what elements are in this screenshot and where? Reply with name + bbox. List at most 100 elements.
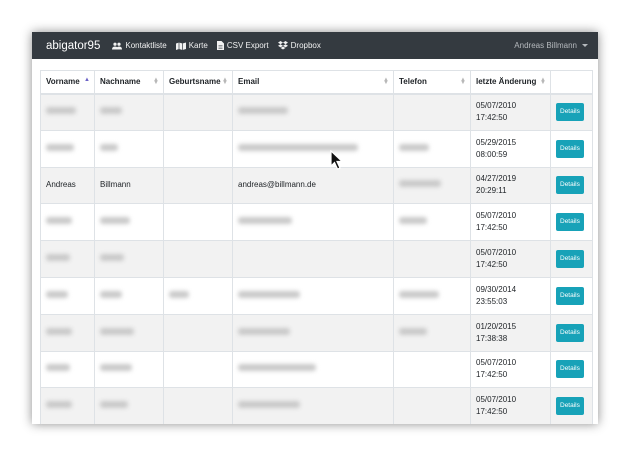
- change-date: 05/07/2010: [476, 395, 517, 405]
- cell-actions: Details: [550, 240, 593, 278]
- file-icon: [216, 41, 224, 50]
- cell-nachname: [94, 313, 164, 352]
- redacted-value: [238, 107, 288, 115]
- nav-item-dropbox[interactable]: Dropbox: [277, 41, 321, 50]
- cell-letzte-aenderung: 05/07/2010 17:42:50: [470, 387, 551, 424]
- sort-icon: ▲ ▼: [222, 77, 228, 86]
- change-time: 17:42:50: [476, 260, 508, 270]
- brand[interactable]: abigator95: [46, 40, 100, 52]
- cell-geburtsname: [163, 387, 233, 424]
- change-time: 17:42:50: [476, 370, 508, 380]
- sort-icon: ▲ ▼: [460, 77, 466, 86]
- change-time: 23:55:03: [476, 296, 508, 306]
- cell-nachname: [94, 240, 164, 278]
- redacted-value: [169, 290, 189, 298]
- change-time: 17:42:50: [476, 407, 508, 417]
- cell-telefon: [393, 240, 471, 278]
- cell-actions: Details: [550, 313, 593, 352]
- column-header-email[interactable]: Email ▲ ▼: [232, 70, 394, 95]
- sort-icon: ▲ ▼: [540, 77, 546, 86]
- column-header-nachname[interactable]: Nachname ▲ ▼: [94, 70, 164, 95]
- table-row: 05/07/2010 17:42:50 Details: [40, 203, 593, 242]
- cell-vorname: [40, 276, 95, 315]
- app-window: abigator95 Kontaktliste Karte CSV Export…: [32, 32, 598, 424]
- sort-icon: ▲ ▼: [383, 77, 389, 86]
- cell-geburtsname: [163, 240, 233, 278]
- redacted-value: [399, 290, 439, 298]
- redacted-value: [238, 290, 300, 298]
- change-time: 08:00:59: [476, 149, 508, 159]
- redacted-value: [100, 401, 128, 409]
- change-time: 17:38:38: [476, 333, 508, 343]
- redacted-value: [100, 254, 124, 262]
- details-button[interactable]: Details: [556, 176, 584, 195]
- details-button[interactable]: Details: [556, 103, 584, 122]
- details-button[interactable]: Details: [556, 250, 584, 269]
- cell-email: [232, 240, 394, 278]
- redacted-value: [100, 364, 132, 372]
- dropbox-icon: [277, 41, 288, 50]
- redacted-value: [399, 143, 429, 151]
- details-button[interactable]: Details: [556, 397, 584, 416]
- redacted-value: [399, 327, 427, 335]
- cell-letzte-aenderung: 09/30/2014 23:55:03: [470, 276, 551, 315]
- column-header-vorname[interactable]: Vorname ▲: [40, 70, 95, 95]
- redacted-value: [100, 290, 122, 298]
- redacted-value: [46, 107, 76, 115]
- cell-geburtsname: [163, 350, 233, 389]
- change-date: 01/20/2015: [476, 321, 517, 331]
- cell-vorname: [40, 240, 95, 278]
- column-header-geburtsname[interactable]: Geburtsname ▲ ▼: [163, 70, 233, 95]
- user-menu[interactable]: Andreas Billmann: [514, 41, 588, 50]
- redacted-value: [46, 290, 68, 298]
- cell-email: andreas@billmann.de: [232, 166, 394, 205]
- users-icon: [112, 42, 123, 50]
- redacted-value: [399, 217, 427, 225]
- details-button[interactable]: Details: [556, 286, 584, 305]
- column-header-actions: [550, 70, 593, 95]
- redacted-value: [46, 401, 72, 409]
- cell-actions: Details: [550, 129, 593, 168]
- nav-item-csv-export[interactable]: CSV Export: [216, 41, 269, 50]
- redacted-value: [100, 143, 118, 151]
- chevron-down-icon: [582, 44, 588, 47]
- cell-letzte-aenderung: 01/20/2015 17:38:38: [470, 313, 551, 352]
- details-button[interactable]: Details: [556, 139, 584, 158]
- nav-label: Karte: [188, 41, 208, 50]
- cell-vorname: [40, 129, 95, 168]
- contacts-table: Vorname ▲ Nachname ▲ ▼ Geburtsname ▲ ▼ Email ▲…: [40, 70, 593, 424]
- change-date: 05/07/2010: [476, 211, 517, 221]
- table-header-row: Vorname ▲ Nachname ▲ ▼ Geburtsname ▲ ▼ Email ▲…: [40, 70, 593, 95]
- redacted-value: [46, 327, 72, 335]
- cell-email: [232, 313, 394, 352]
- column-header-letzte-aenderung[interactable]: letzte Änderung ▲ ▼: [470, 70, 551, 95]
- cell-geburtsname: [163, 203, 233, 242]
- cell-vorname: [40, 350, 95, 389]
- cell-nachname: [94, 203, 164, 242]
- column-header-telefon[interactable]: Telefon ▲ ▼: [393, 70, 471, 95]
- change-date: 04/27/2019: [476, 174, 517, 184]
- redacted-value: [238, 327, 290, 335]
- cell-vorname: [40, 93, 95, 131]
- nav-item-karte[interactable]: Karte: [175, 41, 208, 50]
- redacted-value: [46, 143, 74, 151]
- details-button[interactable]: Details: [556, 323, 584, 342]
- sort-asc-icon: ▲: [84, 77, 90, 83]
- details-button[interactable]: Details: [556, 360, 584, 379]
- cell-nachname: [94, 129, 164, 168]
- redacted-value: [399, 180, 441, 188]
- nav-item-kontaktliste[interactable]: Kontaktliste: [112, 41, 167, 50]
- cell-telefon: [393, 129, 471, 168]
- details-button[interactable]: Details: [556, 213, 584, 232]
- redacted-value: [46, 364, 70, 372]
- redacted-value: [238, 401, 300, 409]
- cell-geburtsname: [163, 166, 233, 205]
- change-time: 20:29:11: [476, 186, 507, 196]
- table-row: 05/07/2010 17:42:50 Details: [40, 350, 593, 389]
- sort-icon: ▲ ▼: [153, 77, 159, 86]
- nav-label: Dropbox: [290, 41, 321, 50]
- cell-email: [232, 350, 394, 389]
- cell-letzte-aenderung: 05/07/2010 17:42:50: [470, 203, 551, 242]
- cell-geburtsname: [163, 129, 233, 168]
- change-date: 05/07/2010: [476, 358, 517, 368]
